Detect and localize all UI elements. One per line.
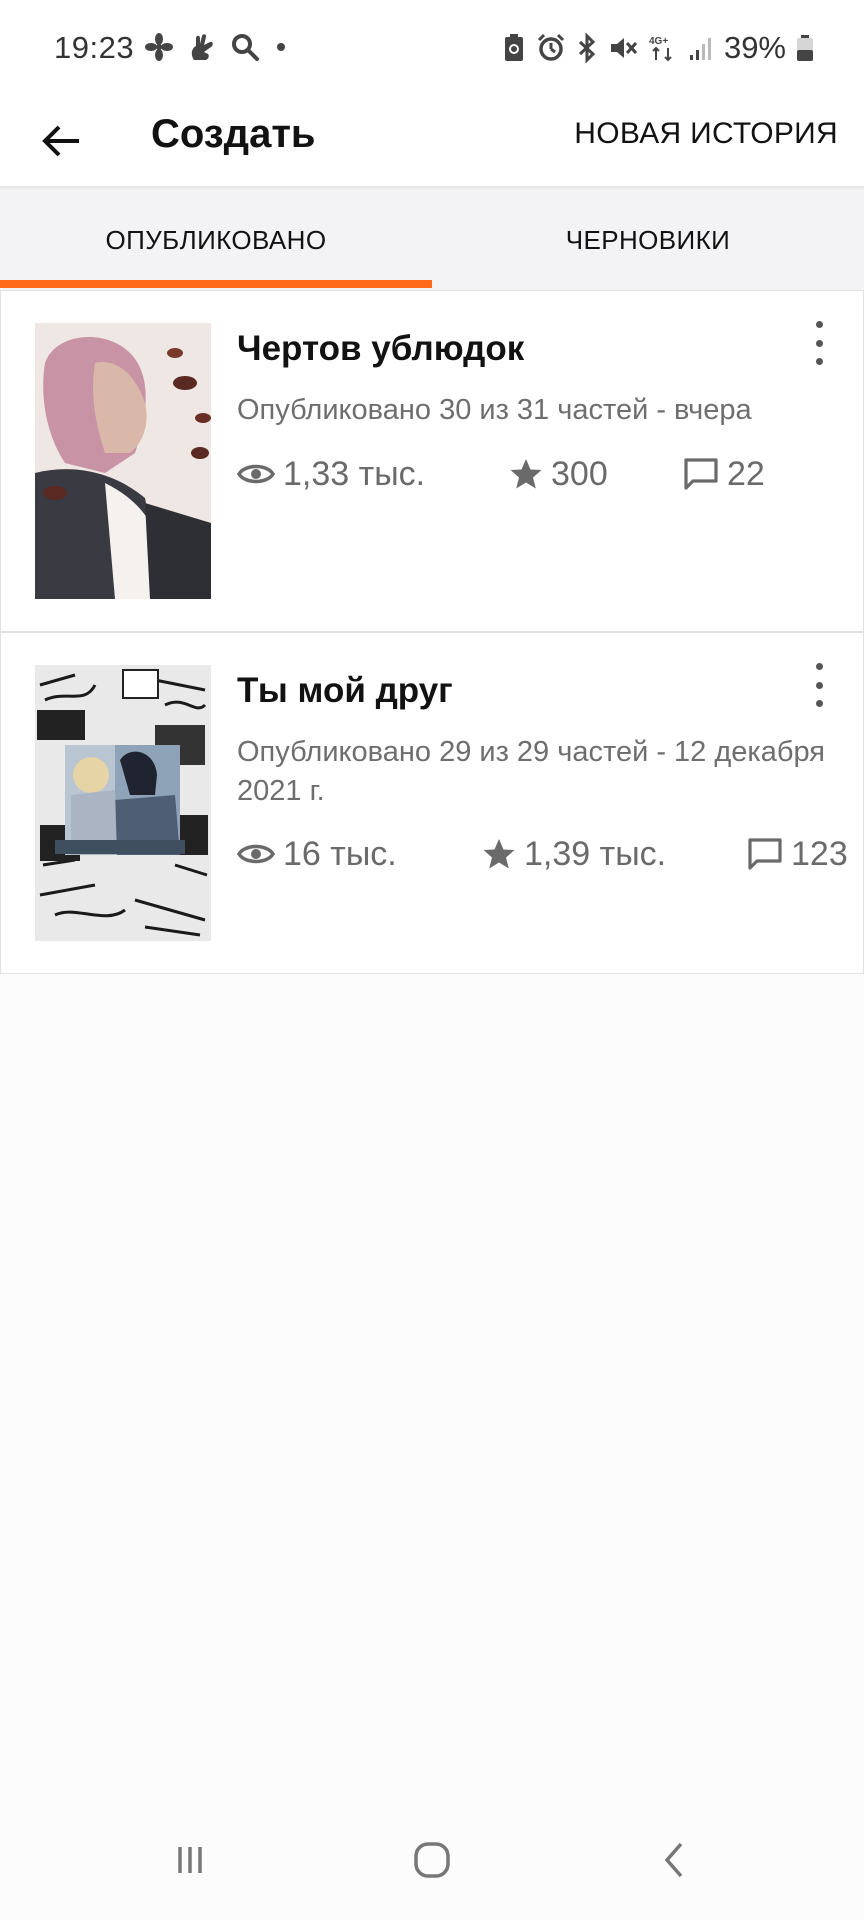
story-title[interactable]: Чертов ублюдок bbox=[237, 329, 524, 369]
status-notification-icons bbox=[144, 32, 288, 62]
more-vertical-icon bbox=[815, 663, 823, 670]
story-title[interactable]: Ты мой друг bbox=[237, 671, 453, 711]
star-icon bbox=[510, 459, 542, 489]
notification-dot-icon bbox=[274, 40, 288, 54]
battery-icon bbox=[796, 33, 814, 63]
system-nav-bar bbox=[0, 1800, 864, 1920]
active-tab-indicator bbox=[0, 280, 432, 288]
comments-stat: 22 bbox=[683, 449, 765, 499]
tab-published[interactable]: ОПУБЛИКОВАНО bbox=[0, 190, 432, 290]
search-icon bbox=[230, 32, 260, 62]
back-button[interactable] bbox=[36, 116, 86, 166]
bluetooth-icon bbox=[576, 33, 598, 63]
battery-percent: 39% bbox=[723, 30, 786, 65]
votes-count: 1,39 тыс. bbox=[524, 834, 667, 873]
votes-stat: 300 bbox=[509, 449, 608, 499]
story-cover-image bbox=[35, 665, 211, 941]
tab-drafts[interactable]: ЧЕРНОВИКИ bbox=[432, 190, 864, 290]
alarm-icon bbox=[536, 33, 566, 63]
views-count: 16 тыс. bbox=[283, 834, 397, 873]
story-cover-image bbox=[35, 323, 211, 599]
comments-count: 22 bbox=[727, 454, 765, 493]
recent-apps-icon bbox=[178, 1847, 202, 1873]
network-4g-icon: 4G+ bbox=[648, 33, 678, 63]
story-stats: 1,33 тыс. 300 22 bbox=[237, 449, 847, 499]
home-icon bbox=[414, 1842, 450, 1878]
views-count: 1,33 тыс. bbox=[283, 454, 426, 493]
views-stat: 1,33 тыс. bbox=[237, 449, 425, 499]
signal-icon bbox=[688, 33, 714, 63]
chevron-left-icon bbox=[664, 1842, 683, 1878]
story-card[interactable]: Ты мой друг Опубликовано 29 из 29 частей… bbox=[0, 632, 864, 974]
views-stat: 16 тыс. bbox=[237, 829, 397, 879]
hand-icon bbox=[188, 32, 216, 62]
tab-bar: ОПУБЛИКОВАНО ЧЕРНОВИКИ bbox=[0, 190, 864, 290]
comments-stat: 123 bbox=[747, 829, 847, 879]
arrow-left-icon bbox=[42, 125, 79, 157]
votes-stat: 1,39 тыс. bbox=[482, 829, 666, 879]
new-story-button[interactable]: НОВАЯ ИСТОРИЯ bbox=[574, 117, 838, 151]
battery-saver-icon bbox=[502, 33, 526, 63]
app-bar: Создать НОВАЯ ИСТОРИЯ bbox=[0, 96, 864, 188]
status-system-icons: 4G+ 39% bbox=[502, 30, 814, 66]
star-icon bbox=[483, 839, 515, 869]
story-stats: 16 тыс. 1,39 тыс. 123 bbox=[237, 829, 847, 879]
mute-icon bbox=[608, 33, 638, 63]
comment-icon bbox=[748, 838, 782, 870]
status-time: 19:23 bbox=[54, 30, 135, 65]
fan-icon bbox=[144, 32, 174, 62]
home-button[interactable] bbox=[402, 1830, 462, 1890]
story-card[interactable]: Чертов ублюдок Опубликовано 30 из 31 час… bbox=[0, 290, 864, 632]
story-meta: Опубликовано 29 из 29 частей - 12 декабр… bbox=[237, 736, 825, 807]
comment-icon bbox=[684, 458, 718, 490]
status-bar: 19:23 4G+ 39% bbox=[0, 0, 864, 96]
eye-icon bbox=[237, 464, 275, 484]
page-title: Создать bbox=[151, 112, 316, 156]
votes-count: 300 bbox=[551, 454, 608, 493]
story-meta: Опубликовано 30 из 31 частей - вчера bbox=[237, 394, 752, 426]
back-nav-button[interactable] bbox=[644, 1830, 704, 1890]
recent-apps-button[interactable] bbox=[160, 1830, 220, 1890]
eye-icon bbox=[237, 844, 275, 864]
comments-count: 123 bbox=[791, 834, 847, 873]
more-options-button[interactable] bbox=[809, 663, 829, 707]
more-options-button[interactable] bbox=[809, 321, 829, 365]
more-vertical-icon bbox=[815, 321, 823, 328]
svg-text:4G+: 4G+ bbox=[649, 36, 668, 47]
